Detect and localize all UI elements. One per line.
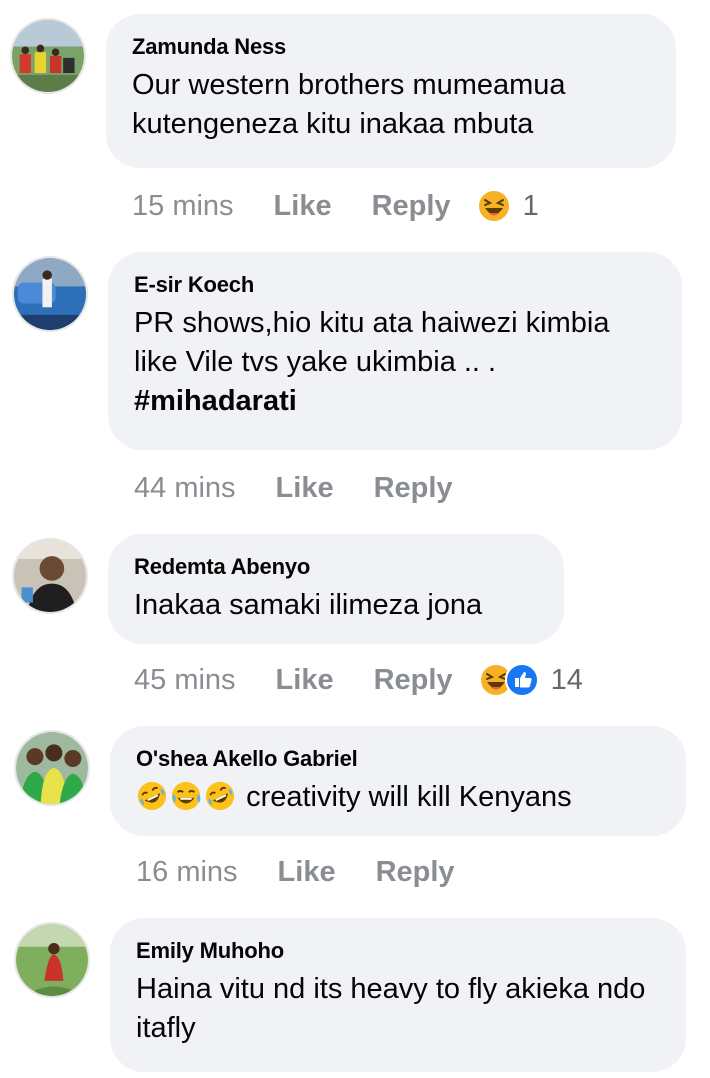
comment-timestamp[interactable]: 44 mins [134,472,236,505]
reply-button[interactable]: Reply [374,664,453,697]
comment-actions: 44 mins Like Reply [134,468,493,508]
comment-bubble: Redemta Abenyo Inakaa samaki ilimeza jon… [108,534,564,644]
avatar[interactable] [14,922,90,998]
comment-actions: 15 mins Like Reply 1 [132,186,539,226]
comment-body: PR shows,hio kitu ata haiwezi kimbia lik… [134,307,610,378]
like-button[interactable]: Like [278,856,336,889]
like-button[interactable]: Like [276,664,334,697]
like-button[interactable]: Like [276,472,334,505]
avatar[interactable] [10,18,86,94]
tears-of-joy-emoji-icon [170,780,202,812]
comment-bubble: Zamunda Ness Our western brothers mumeam… [106,14,676,168]
like-reaction-icon [505,663,539,697]
reaction-summary[interactable]: 14 [479,663,583,697]
avatar[interactable] [14,730,90,806]
comment-author[interactable]: Zamunda Ness [132,34,648,60]
comment-text: creativity will kill Kenyans [136,778,658,817]
comment-text: Haina vitu nd its heavy to fly akieka nd… [136,973,646,1044]
avatar[interactable] [12,538,88,614]
comment-body: creativity will kill Kenyans [246,781,572,813]
reaction-summary[interactable]: 1 [477,189,539,223]
comment-timestamp[interactable]: 45 mins [134,664,236,697]
comment-timestamp[interactable]: 15 mins [132,190,234,223]
comment-bubble: O'shea Akello Gabriel creativity will ki… [110,726,686,836]
comment-author[interactable]: Emily Muhoho [136,938,658,964]
hashtag-link[interactable]: #mihadarati [134,382,654,421]
like-button[interactable]: Like [274,190,332,223]
avatar[interactable] [12,256,88,332]
comment-bubble: E-sir Koech PR shows,hio kitu ata haiwez… [108,252,682,450]
rolling-laughing-emoji-icon [136,780,168,812]
comment-text: Our western brothers mumeamua kutengenez… [132,69,566,140]
comment-author[interactable]: E-sir Koech [134,272,654,298]
comment-bubble: Emily Muhoho Haina vitu nd its heavy to … [110,918,686,1072]
reply-button[interactable]: Reply [374,472,453,505]
reaction-count: 14 [550,663,583,696]
comment-timestamp[interactable]: 16 mins [136,856,238,889]
comment-actions: 16 mins Like Reply [136,852,495,892]
reply-button[interactable]: Reply [376,856,455,889]
comment-text: Inakaa samaki ilimeza jona [134,589,483,621]
reply-button[interactable]: Reply [372,190,451,223]
comment-author[interactable]: O'shea Akello Gabriel [136,746,658,772]
rolling-laughing-emoji-icon [204,780,236,812]
laughing-reaction-icon [477,189,511,223]
reaction-count: 1 [522,189,539,222]
comment-actions: 45 mins Like Reply 14 [134,660,583,700]
comment-text: PR shows,hio kitu ata haiwezi kimbia lik… [134,304,654,421]
comment-author[interactable]: Redemta Abenyo [134,554,536,580]
